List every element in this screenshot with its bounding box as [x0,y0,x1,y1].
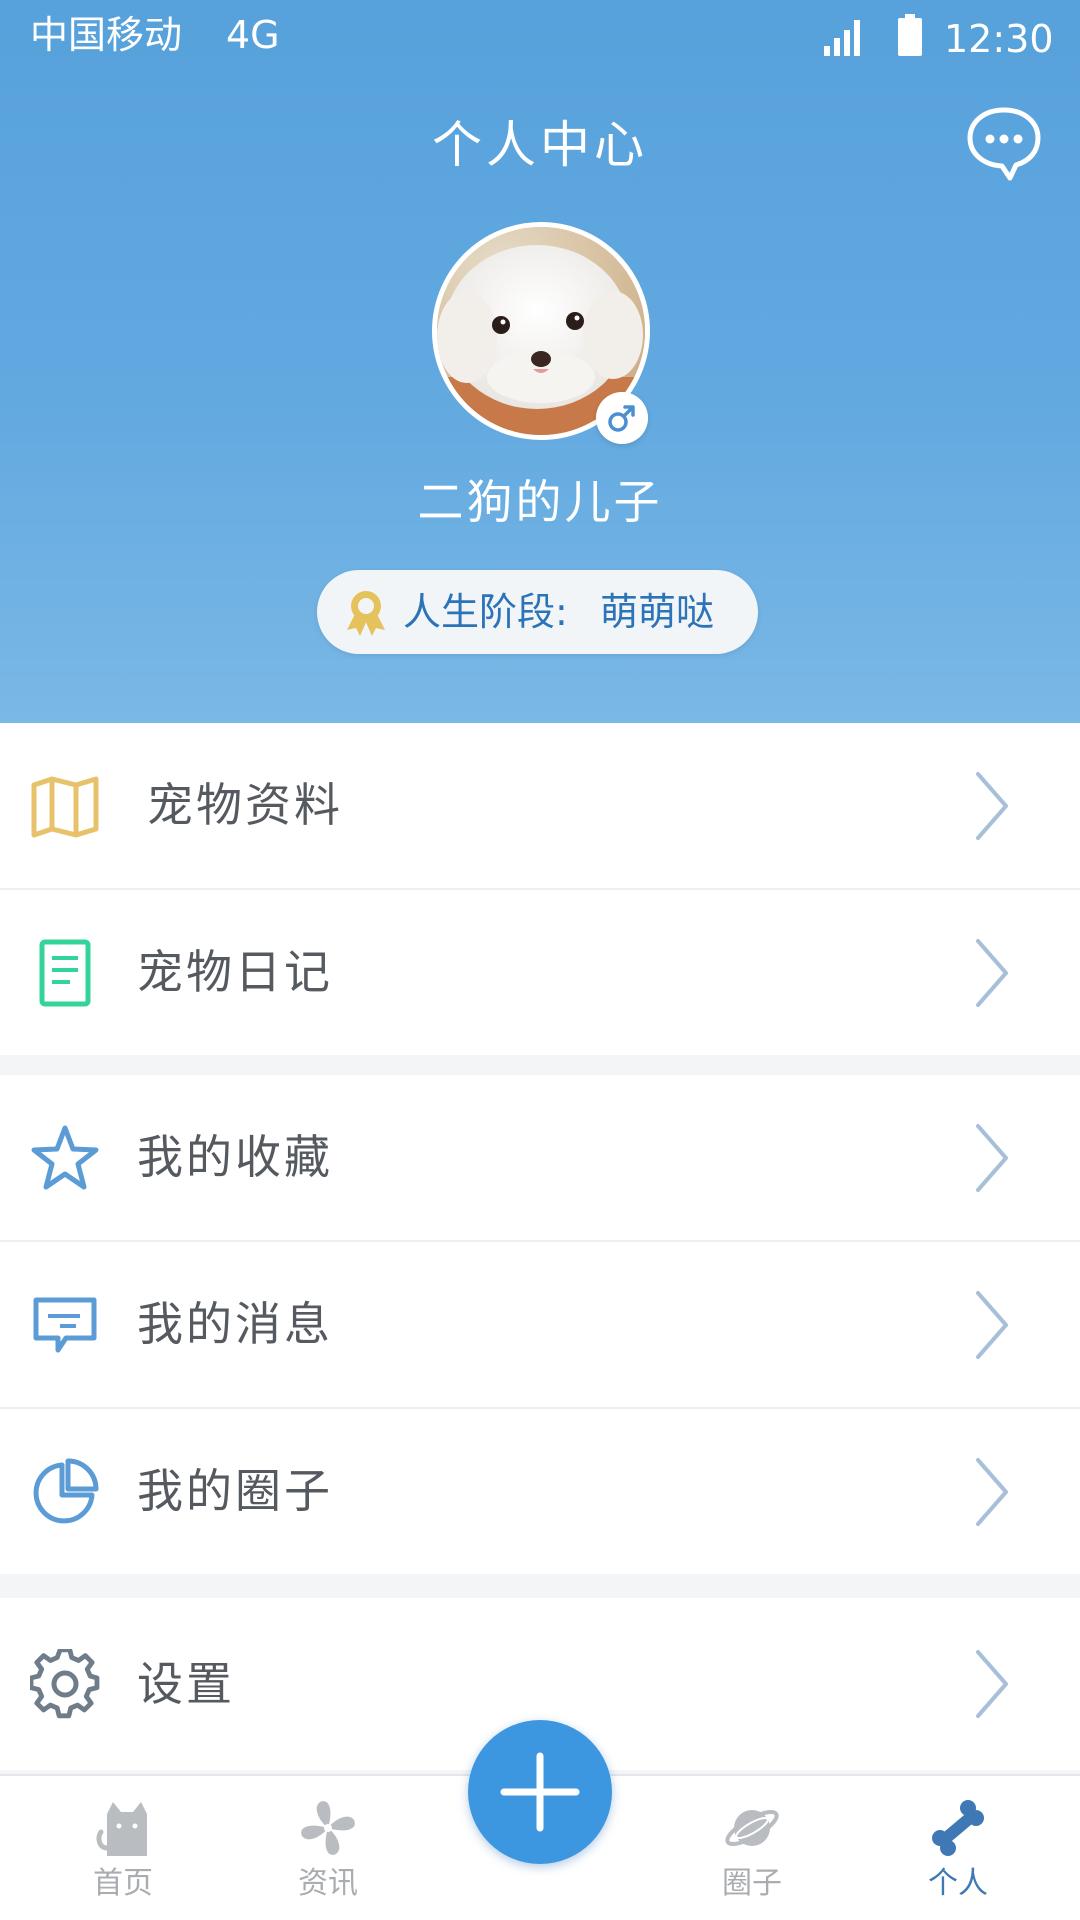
nav-label: 首页 [93,1866,153,1901]
nav-item-home[interactable]: 首页 [48,1776,198,1920]
status-bar: 中国移动 4G 12:30 [0,0,1080,70]
chevron-right-icon [976,1123,1008,1192]
menu-group-pet: 宠物资料 宠物日记 [0,723,1080,1055]
carrier-name: 中国移动 [30,13,183,57]
nav-item-profile[interactable]: 个人 [883,1776,1033,1920]
add-button[interactable] [468,1720,612,1864]
map-icon [31,776,99,837]
life-stage-value: 萌萌哒 [600,590,715,634]
chevron-right-icon [976,938,1008,1007]
menu-label: 我的消息 [137,1297,333,1351]
menu-label: 宠物资料 [147,778,343,832]
chevron-right-icon [976,771,1008,840]
gear-icon [30,1649,100,1719]
menu-item-favorites[interactable]: 我的收藏 [0,1075,1080,1240]
username: 二狗的儿子 [417,475,663,529]
menu-item-pet-diary[interactable]: 宠物日记 [0,888,1080,1055]
battery-icon [898,14,922,56]
menu-group-personal: 我的收藏 我的消息 我的圈子 [0,1075,1080,1574]
menu-label: 宠物日记 [137,945,333,999]
menu-label: 我的收藏 [137,1130,333,1184]
cat-icon [96,1802,147,1856]
life-stage-label: 人生阶段: [403,590,568,634]
message-icon [33,1297,97,1352]
signal-icon [824,20,860,56]
male-gender-icon [596,392,648,444]
star-icon [31,1125,99,1189]
bone-icon [932,1800,984,1856]
chevron-right-icon [976,1650,1008,1718]
menu-label: 我的圈子 [137,1464,333,1518]
pie-chart-icon [33,1458,99,1523]
medal-icon [347,591,385,636]
nav-label: 圈子 [722,1866,782,1901]
menu-label: 设置 [137,1657,235,1711]
nav-label: 资讯 [298,1866,358,1901]
pinwheel-icon [301,1801,355,1855]
chevron-right-icon [976,1290,1008,1359]
chevron-right-icon [976,1457,1008,1526]
chat-bubble-icon[interactable] [964,104,1044,184]
network-type: 4G [226,13,280,57]
planet-icon [725,1809,779,1847]
life-stage-badge[interactable]: 人生阶段: 萌萌哒 [317,570,758,654]
menu-item-pet-profile[interactable]: 宠物资料 [0,723,1080,888]
profile-screen: 中国移动 4G 12:30 个人中心 二狗的儿子 人生阶段: 萌萌哒 宠物资料 … [0,0,1080,1920]
notebook-icon [39,939,91,1006]
menu-item-circles[interactable]: 我的圈子 [0,1407,1080,1574]
plus-icon [500,1752,580,1832]
page-title: 个人中心 [432,116,648,174]
nav-item-news[interactable]: 资讯 [253,1776,403,1920]
nav-label: 个人 [928,1866,988,1901]
menu-item-messages[interactable]: 我的消息 [0,1240,1080,1407]
nav-item-circles[interactable]: 圈子 [677,1776,827,1920]
profile-header: 中国移动 4G 12:30 个人中心 二狗的儿子 人生阶段: 萌萌哒 [0,0,1080,723]
clock: 12:30 [944,17,1054,61]
